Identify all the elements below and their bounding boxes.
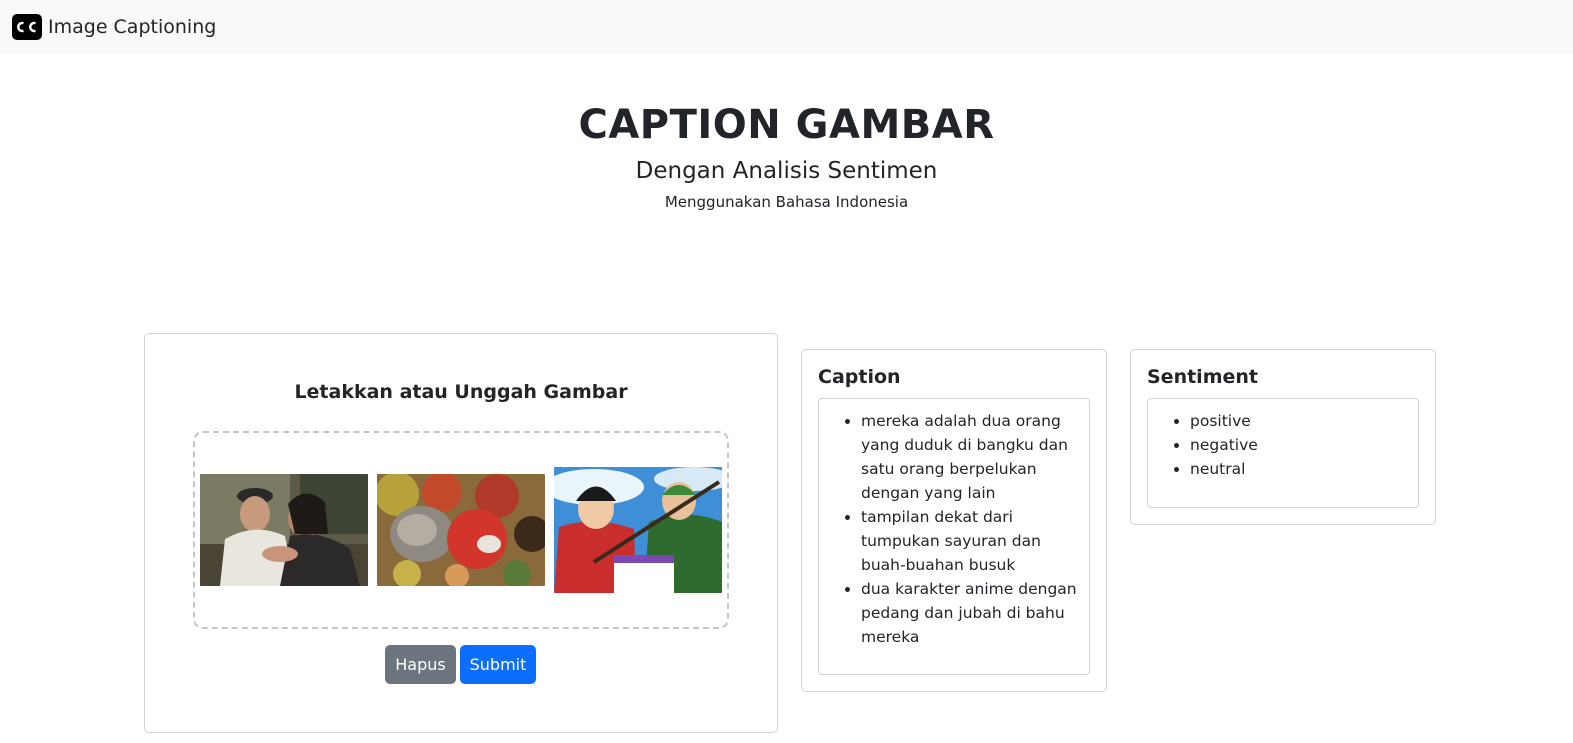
sentiment-item: negative xyxy=(1190,433,1410,457)
brand-title: Image Captioning xyxy=(48,16,217,38)
image-thumbnail-hug[interactable] xyxy=(200,474,368,586)
sentiment-item: neutral xyxy=(1190,457,1410,481)
navbar-brand[interactable]: Image Captioning xyxy=(12,12,216,42)
upload-card: Letakkan atau Unggah Gambar Hapus Submit xyxy=(144,333,778,733)
caption-list: mereka adalah dua orang yang duduk di ba… xyxy=(819,399,1089,649)
upload-title: Letakkan atau Unggah Gambar xyxy=(294,381,628,403)
sentiment-list: positive negative neutral xyxy=(1148,399,1418,481)
caption-item: mereka adalah dua orang yang duduk di ba… xyxy=(861,409,1081,505)
caption-card: Caption mereka adalah dua orang yang dud… xyxy=(801,349,1107,692)
image-thumbnail-rotten-food[interactable] xyxy=(377,474,545,586)
page-subtitle: Dengan Analisis Sentimen xyxy=(635,158,938,184)
page-title: CAPTION GAMBAR xyxy=(578,102,995,148)
sentiment-title: Sentiment xyxy=(1147,366,1258,388)
image-thumbnail-anime[interactable] xyxy=(554,467,722,593)
caption-list-box: mereka adalah dua orang yang duduk di ba… xyxy=(818,398,1090,675)
caption-item: dua karakter anime dengan pedang dan jub… xyxy=(861,577,1081,649)
hero-section: CAPTION GAMBAR Dengan Analisis Sentimen … xyxy=(0,96,1573,216)
caption-title: Caption xyxy=(818,366,901,388)
navbar: Image Captioning xyxy=(0,0,1573,54)
sentiment-card: Sentiment positive negative neutral xyxy=(1130,349,1436,525)
sentiment-item: positive xyxy=(1190,409,1410,433)
closed-captions-icon xyxy=(12,14,42,40)
submit-button[interactable]: Submit xyxy=(460,645,536,684)
image-dropzone[interactable] xyxy=(193,431,729,629)
delete-button[interactable]: Hapus xyxy=(385,645,456,684)
page-note: Menggunakan Bahasa Indonesia xyxy=(664,193,909,211)
caption-item: tampilan dekat dari tumpukan sayuran dan… xyxy=(861,505,1081,577)
sentiment-list-box: positive negative neutral xyxy=(1147,398,1419,508)
